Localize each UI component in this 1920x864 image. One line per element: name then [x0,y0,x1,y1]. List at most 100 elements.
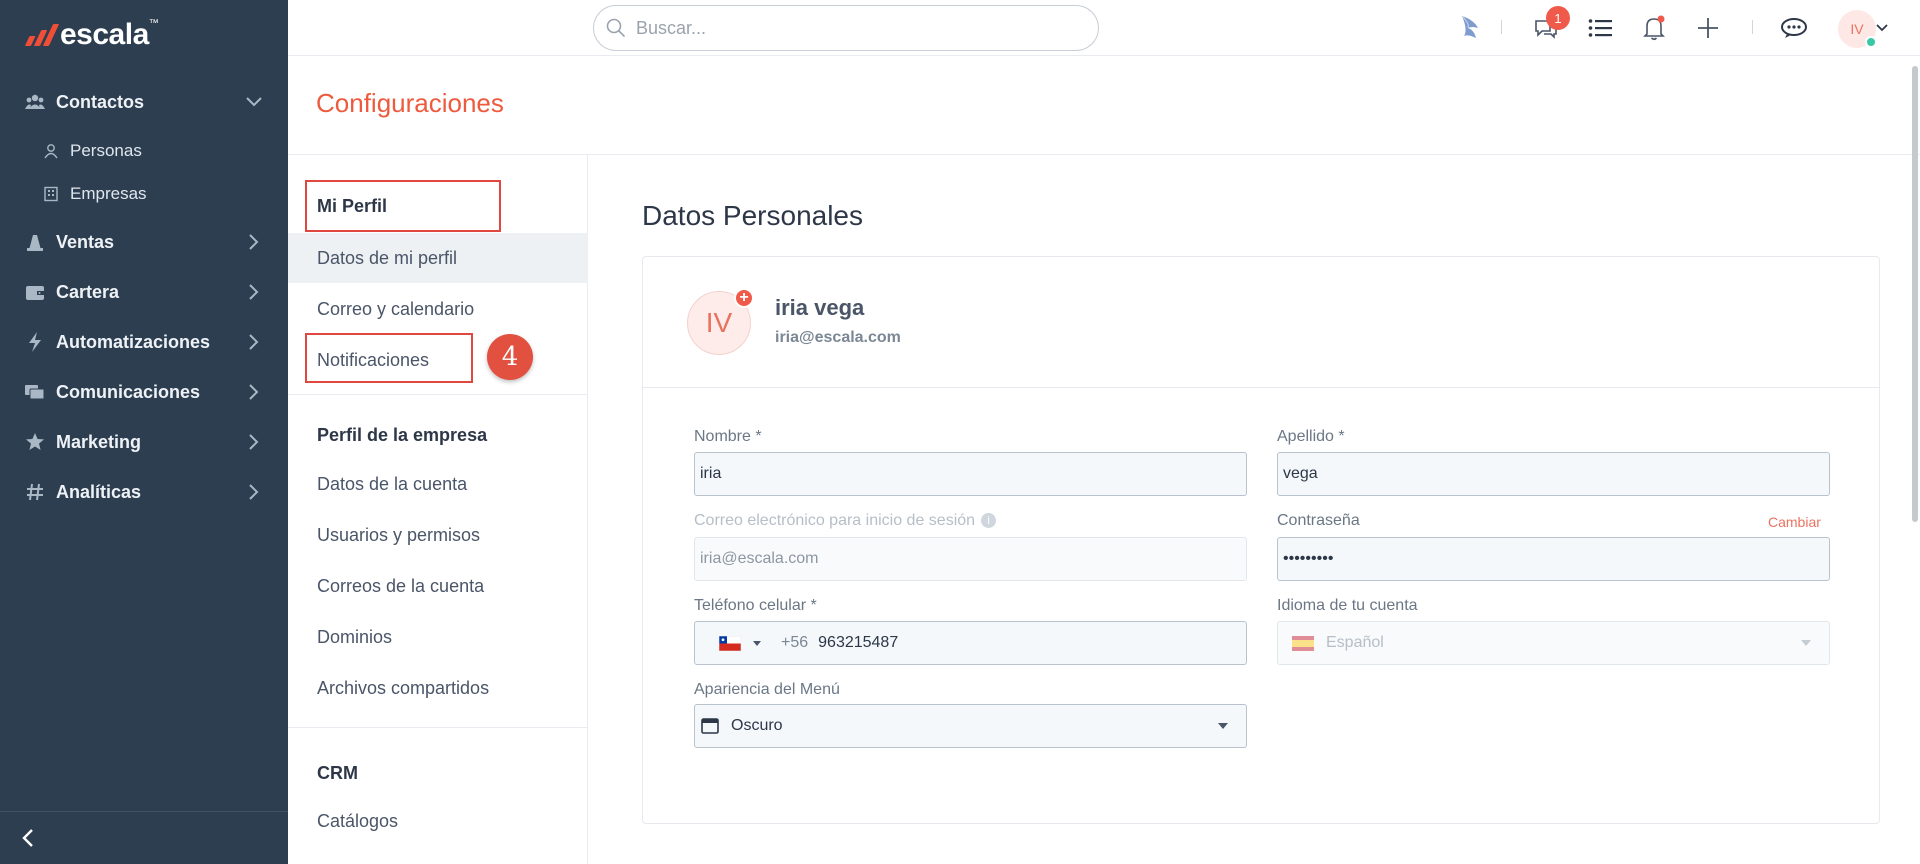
highlight-box-notificaciones [305,333,473,383]
chevron-down-icon [244,92,264,112]
sidebar-subitem-label: Empresas [70,184,147,203]
profile-avatar[interactable]: IV + [687,288,754,355]
telefono-field[interactable]: +56 963215487 [694,621,1247,665]
correo-label: Correo electrónico para inicio de sesión… [694,512,997,530]
sidebar-item-marketing[interactable]: Marketing [0,422,288,462]
sidebar-item-label: Marketing [56,431,142,452]
search-icon [606,18,626,38]
sidebar-item-contactos[interactable]: Contactos [0,82,288,122]
section-title: Datos Personales [642,200,864,231]
support-chat-icon [1781,18,1807,38]
profile-email: iria@escala.com [775,329,901,346]
notifications-badge: 1 [1546,6,1570,30]
settings-item-archivos-compartidos[interactable]: Archivos compartidos [288,663,588,713]
sidebar-subitem-label: Personas [70,141,142,160]
settings-item-dominios[interactable]: Dominios [288,612,588,662]
add-button[interactable] [1692,12,1724,44]
info-icon[interactable]: i [981,513,997,529]
sidebar-item-label: Comunicaciones [56,381,201,402]
highlight-box-mi-perfil [305,180,501,232]
nombre-field[interactable] [694,452,1247,496]
chevron-down-icon [1801,640,1811,646]
personal-data-card: IV + iria vega iria@escala.com Nombre * … [642,256,1880,824]
sidebar-item-ventas[interactable]: Ventas [0,222,288,262]
settings-nav: Mi Perfil Datos de mi perfil Correo y ca… [288,155,588,864]
topbar-separator [1752,20,1753,34]
card-divider [643,387,1879,388]
profile-name: iria vega [775,295,865,320]
wallet-icon [24,281,46,303]
sidebar-item-comunicaciones[interactable]: Comunicaciones [0,372,288,412]
idioma-select: Español [1277,621,1830,665]
phone-value: 963215487 [818,634,899,651]
step-number-badge: 4 [487,334,533,380]
search-input[interactable] [636,17,1076,39]
collapse-sidebar-button[interactable] [16,826,40,850]
chevron-down-icon [1876,24,1888,32]
add-photo-icon[interactable]: + [734,288,754,308]
support-chat-button[interactable] [1778,12,1810,44]
messages-button[interactable]: 1 [1530,6,1570,44]
apariencia-select[interactable]: Oscuro [694,704,1247,748]
sidebar-item-cartera[interactable]: Cartera [0,272,288,312]
nombre-input[interactable] [700,465,1246,483]
users-icon [24,91,46,113]
chevron-right-icon [244,382,264,402]
settings-item-correo-y-calendario[interactable]: Correo y calendario [288,284,588,334]
sidebar-item-automatizaciones[interactable]: Automatizaciones [0,322,288,362]
chat-icon [24,381,46,403]
chevron-right-icon [244,432,264,452]
chevron-down-icon [1218,723,1228,729]
sidebar-item-label: Contactos [56,91,145,112]
password-field[interactable]: ••••••••• [1277,537,1830,581]
hashtag-icon [24,481,46,503]
chile-flag-icon[interactable] [718,635,742,651]
sidebar-item-analiticas[interactable]: Analíticas [0,472,288,512]
avatar-initials: IV [1850,21,1864,37]
settings-item-correos-de-la-cuenta[interactable]: Correos de la cuenta [288,561,588,611]
funnel-icon [24,231,46,253]
logo-mark-icon [24,24,60,46]
bell-icon [1643,15,1665,41]
topbar-separator [1501,20,1502,34]
sidebar-subitem-personas[interactable]: Personas [0,134,288,168]
sidebar-item-label: Cartera [56,281,120,302]
plus-icon [1698,18,1718,38]
window-icon [701,718,719,734]
person-icon [42,142,60,160]
search-box[interactable] [593,5,1099,51]
apellido-input[interactable] [1283,465,1829,483]
correo-field: iria@escala.com [694,537,1247,581]
sidebar-divider [0,811,288,812]
profile-avatar-initials: IV [705,307,733,338]
page-scrollbar[interactable] [1912,66,1918,522]
settings-item-usuarios-y-permisos[interactable]: Usuarios y permisos [288,510,588,560]
apellido-field[interactable] [1277,452,1830,496]
settings-item-catalogos[interactable]: Catálogos [288,796,588,846]
page-title: Configuraciones [316,88,504,118]
apellido-label: Apellido * [1277,428,1345,445]
idioma-value: Español [1326,634,1384,651]
settings-item-datos-de-mi-perfil[interactable]: Datos de mi perfil [288,233,588,283]
list-icon [1588,19,1612,37]
user-avatar[interactable]: IV [1838,10,1877,48]
brand-logo[interactable]: escala™ [24,18,159,52]
chevron-right-icon [244,332,264,352]
settings-nav-divider [288,394,588,395]
notifications-button[interactable] [1638,12,1670,44]
top-bar: 1 IV [288,0,1920,56]
country-dropdown-icon[interactable] [753,640,761,646]
password-value: ••••••••• [1283,550,1334,567]
sidebar-item-label: Ventas [56,231,115,252]
spain-flag-icon [1292,635,1314,651]
change-password-link[interactable]: Cambiar [1768,514,1821,530]
idioma-label: Idioma de tu cuenta [1277,597,1418,614]
task-list-button[interactable] [1584,12,1616,44]
correo-label-text: Correo electrónico para inicio de sesión [694,512,976,529]
correo-value: iria@escala.com [700,550,819,567]
settings-item-datos-de-la-cuenta[interactable]: Datos de la cuenta [288,459,588,509]
bird-logo-icon[interactable] [1454,12,1486,44]
sidebar-subitem-empresas[interactable]: Empresas [0,177,288,211]
main-sidebar: escala™ Contactos Personas Empresas Vent… [0,0,288,864]
user-menu-toggle[interactable] [1874,14,1890,42]
